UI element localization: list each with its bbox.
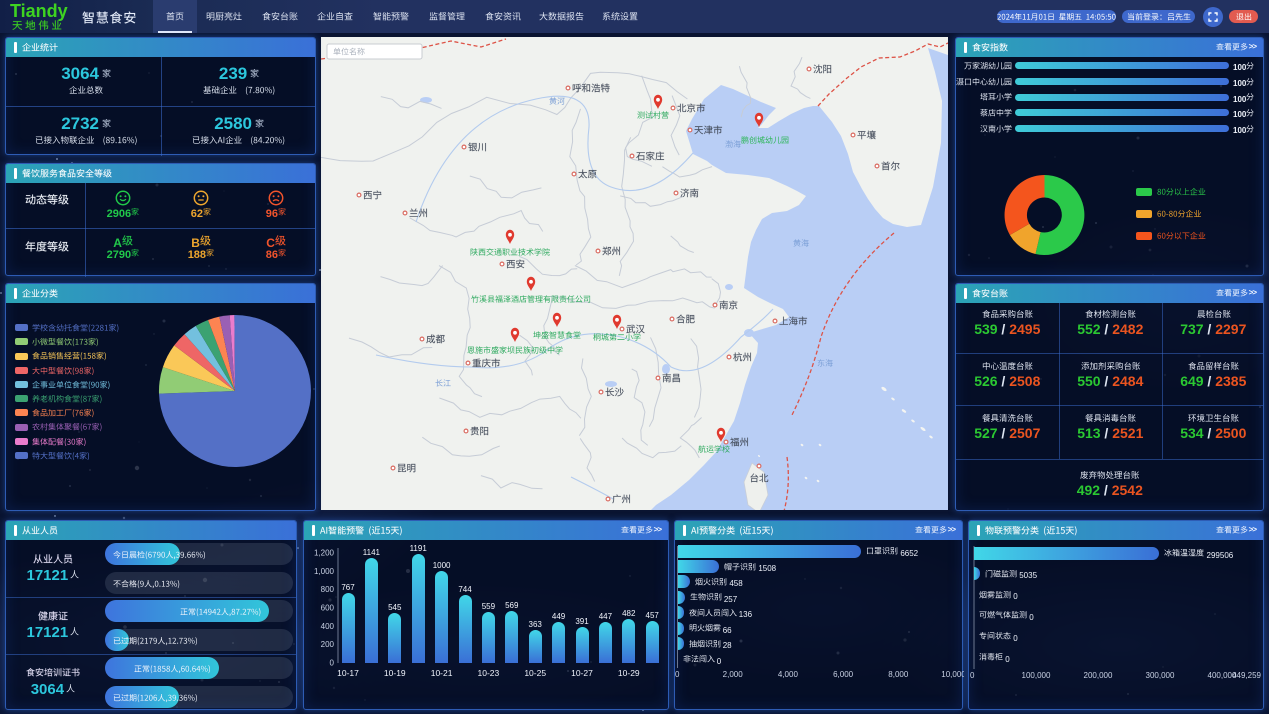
svg-text:2,000: 2,000 (723, 670, 744, 679)
svg-text:0: 0 (330, 659, 335, 668)
svg-text:400: 400 (321, 622, 335, 631)
svg-text:1,000: 1,000 (314, 567, 335, 576)
svg-text:300,000: 300,000 (1146, 671, 1175, 680)
svg-text:200: 200 (321, 640, 335, 649)
svg-text:600: 600 (321, 604, 335, 613)
svg-text:449,259: 449,259 (1232, 671, 1261, 680)
svg-text:4,000: 4,000 (778, 670, 799, 679)
svg-text:1,200: 1,200 (314, 549, 335, 558)
svg-text:6,000: 6,000 (833, 670, 854, 679)
svg-text:8,000: 8,000 (888, 670, 909, 679)
svg-text:200,000: 200,000 (1084, 671, 1113, 680)
svg-text:100,000: 100,000 (1022, 671, 1051, 680)
svg-text:0: 0 (675, 670, 680, 679)
svg-text:0: 0 (970, 671, 975, 680)
svg-text:10,000: 10,000 (941, 670, 964, 679)
